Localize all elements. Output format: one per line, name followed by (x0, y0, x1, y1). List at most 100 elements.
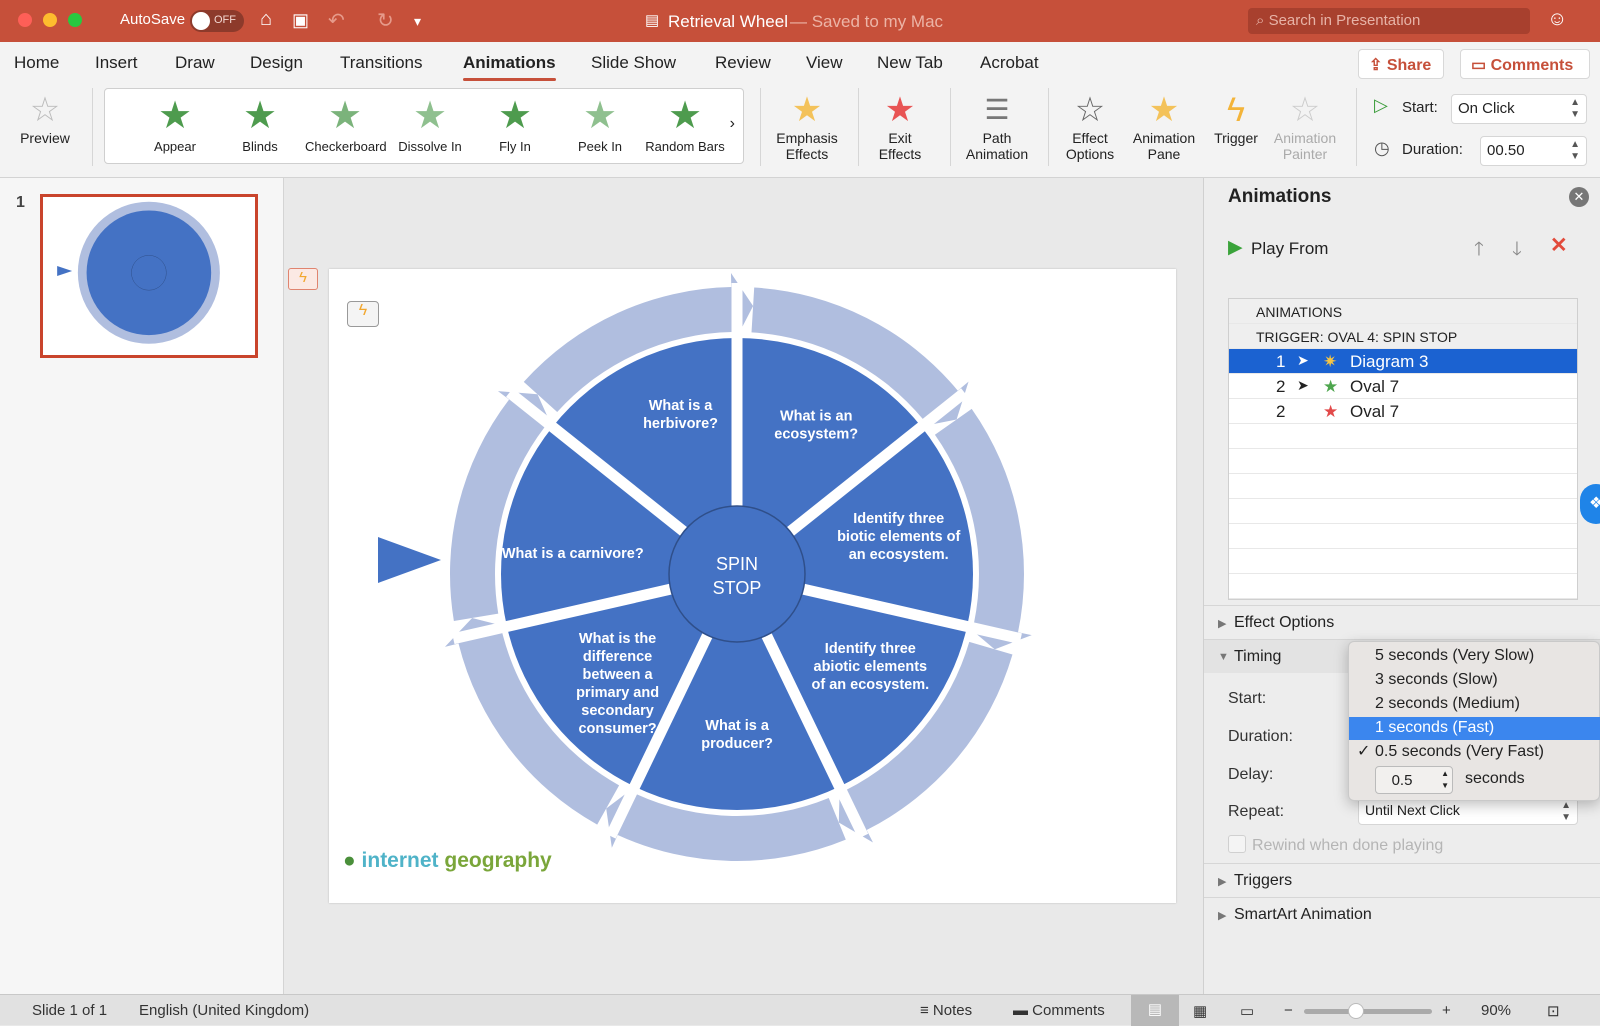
title-bar: AutoSave OFF ⌂ ▣ ↶ ↻ ▾ ▤ Retrieval Wheel… (0, 0, 1600, 42)
play-icon[interactable]: ▶ (1228, 236, 1243, 259)
tab-review[interactable]: Review (715, 53, 771, 73)
fit-to-window-icon[interactable]: ⊡ (1547, 1002, 1560, 1020)
normal-view-icon[interactable]: ▤ (1131, 995, 1179, 1026)
painter-label-2: Painter (1282, 146, 1328, 162)
duration-option-checked[interactable]: 0.5 seconds (Very Fast) (1349, 741, 1600, 764)
custom-duration-stepper[interactable]: 0.5 ▲ ▼ (1375, 766, 1453, 794)
autosave-toggle[interactable]: OFF (190, 10, 244, 32)
comments-status-button[interactable]: ▬ Comments (1013, 1002, 1105, 1019)
search-input[interactable]: ⌕ Search in Presentation (1248, 8, 1530, 34)
close-window-button[interactable] (18, 13, 32, 27)
customize-toolbar-icon[interactable]: ▾ (414, 13, 421, 30)
trigger-button[interactable]: ϟ Trigger (1208, 90, 1264, 146)
tab-design[interactable]: Design (250, 53, 303, 73)
gallery-blinds[interactable]: ★ Blinds (220, 93, 300, 154)
delete-animation-icon[interactable]: ✕ (1550, 233, 1568, 258)
tab-draw[interactable]: Draw (175, 53, 215, 73)
item-number: 2 (1276, 402, 1286, 421)
duration-stepper[interactable]: 00.50 ▲ ▼ (1480, 136, 1587, 166)
duration-option[interactable]: 5 seconds (Very Slow) (1349, 645, 1600, 668)
autosave-label: AutoSave (120, 11, 186, 28)
tab-acrobat[interactable]: Acrobat (980, 53, 1039, 73)
gallery-appear[interactable]: ★ Appear (135, 93, 215, 154)
status-bar: Slide 1 of 1 English (United Kingdom) ≡ … (0, 994, 1600, 1026)
notes-button[interactable]: ≡ Notes (920, 1002, 972, 1019)
move-down-icon[interactable]: 🡓 (1512, 235, 1522, 267)
emphasis-effects-button[interactable]: ★ Emphasis Effects (772, 90, 842, 162)
gallery-peek-in[interactable]: ★ Peek In (560, 93, 640, 154)
expand-triangle-icon: ▶ (1218, 876, 1227, 888)
retrieval-wheel-diagram[interactable]: SPIN STOP What is a herbivore? What is an eco… (329, 269, 1176, 903)
home-icon[interactable]: ⌂ (260, 8, 272, 31)
lightning-icon: ϟ (1227, 91, 1245, 129)
effect-options-button[interactable]: ☆ Effect Options (1060, 90, 1120, 162)
duration-option[interactable]: 3 seconds (Slow) (1349, 669, 1600, 692)
undo-icon[interactable]: ↶ (328, 8, 345, 33)
rewind-checkbox[interactable] (1228, 835, 1246, 853)
preview-button[interactable]: ☆ Preview (14, 90, 76, 146)
tab-transitions[interactable]: Transitions (340, 53, 423, 73)
gallery-more-chevron-icon[interactable]: › (730, 115, 735, 133)
play-from-button[interactable]: Play From (1251, 239, 1328, 259)
zoom-out-icon[interactable]: − (1284, 1002, 1293, 1019)
slide-sorter-icon[interactable]: ▦ (1193, 1002, 1207, 1020)
duration-option-highlighted[interactable]: 1 seconds (Fast) (1349, 717, 1600, 740)
smartart-animation-section[interactable]: ▶ SmartArt Animation (1204, 897, 1600, 931)
comments-button[interactable]: ▭ Comments (1460, 49, 1590, 79)
stepper-arrows-icon[interactable]: ▲ ▼ (1441, 768, 1449, 792)
start-select[interactable]: On Click ▲ ▼ (1451, 94, 1587, 124)
trigger-marker-icon[interactable]: ϟ (288, 268, 318, 290)
language-indicator[interactable]: English (United Kingdom) (139, 1002, 309, 1019)
animation-pane-label-1: Animation (1132, 130, 1196, 146)
effect-options-section[interactable]: ▶ Effect Options (1204, 605, 1600, 639)
logo-word-internet: internet (361, 849, 439, 872)
pane-title: Animations (1228, 186, 1332, 207)
presenter-view-icon[interactable]: ▭ (1240, 1002, 1254, 1020)
emphasis-effect-icon: ✷ (1323, 352, 1338, 371)
share-button[interactable]: ⇪ Share (1358, 49, 1444, 79)
tab-new-tab[interactable]: New Tab (877, 53, 943, 73)
slide[interactable]: SPIN STOP What is a herbivore? What is an eco… (329, 269, 1176, 903)
tab-animations[interactable]: Animations (463, 53, 556, 81)
triggers-section[interactable]: ▶ Triggers (1204, 863, 1600, 897)
path-animation-button[interactable]: ☰ Path Animation (962, 90, 1032, 162)
animation-pane-button[interactable]: ★ Animation Pane (1128, 90, 1200, 162)
tab-slide-show[interactable]: Slide Show (591, 53, 676, 73)
trigger-badge-icon[interactable]: ϟ (347, 301, 379, 327)
segment-question-text: difference (583, 649, 652, 665)
gallery-dissolve-in[interactable]: ★ Dissolve In (390, 93, 470, 154)
gallery-label: Appear (154, 139, 196, 154)
custom-duration-unit: seconds (1465, 770, 1525, 787)
animation-painter-button[interactable]: ☆ Animation Painter (1270, 90, 1340, 162)
animation-item[interactable]: 1 ➤ ✷ Diagram 3 (1229, 349, 1577, 374)
tab-home[interactable]: Home (14, 53, 59, 73)
comments-status-label: Comments (1032, 1002, 1105, 1019)
smiley-feedback-icon[interactable]: ☺ (1547, 8, 1567, 31)
zoom-level[interactable]: 90% (1481, 1002, 1511, 1019)
minimize-window-button[interactable] (43, 13, 57, 27)
animation-item[interactable]: 2 ➤ ★ Oval 7 (1229, 374, 1577, 399)
tab-insert[interactable]: Insert (95, 53, 138, 73)
gallery-random-bars[interactable]: ★ Random Bars (645, 93, 725, 154)
zoom-slider[interactable] (1304, 1003, 1432, 1019)
animations-pane: Animations ✕ ▶ Play From 🡑 🡓 ✕ ANIMATION… (1203, 178, 1600, 994)
redo-icon[interactable]: ↻ (377, 8, 394, 33)
exit-effects-button[interactable]: ★ Exit Effects (870, 90, 930, 162)
slide-thumbnail-1[interactable] (40, 194, 258, 358)
random-bars-star-icon: ★ (667, 95, 703, 137)
move-up-icon[interactable]: 🡑 (1474, 235, 1484, 267)
zoom-slider-knob[interactable] (1347, 1003, 1364, 1019)
tab-view[interactable]: View (806, 53, 843, 73)
save-icon[interactable]: ▣ (292, 10, 309, 31)
spin-stop-button[interactable] (668, 505, 806, 643)
gallery-fly-in[interactable]: ★ Fly In (475, 93, 555, 154)
gallery-checkerboard[interactable]: ★ Checkerboard (305, 93, 387, 154)
clock-icon: ◷ (1374, 138, 1390, 158)
zoom-in-icon[interactable]: + (1442, 1002, 1451, 1019)
duration-option[interactable]: 2 seconds (Medium) (1349, 693, 1600, 716)
animation-item[interactable]: 2 ★ Oval 7 (1229, 399, 1577, 424)
powerpoint-icon: ▤ (645, 12, 660, 29)
close-pane-icon[interactable]: ✕ (1569, 187, 1589, 207)
zoom-window-button[interactable] (68, 13, 82, 27)
dropbox-icon[interactable]: ❖ (1580, 484, 1600, 524)
